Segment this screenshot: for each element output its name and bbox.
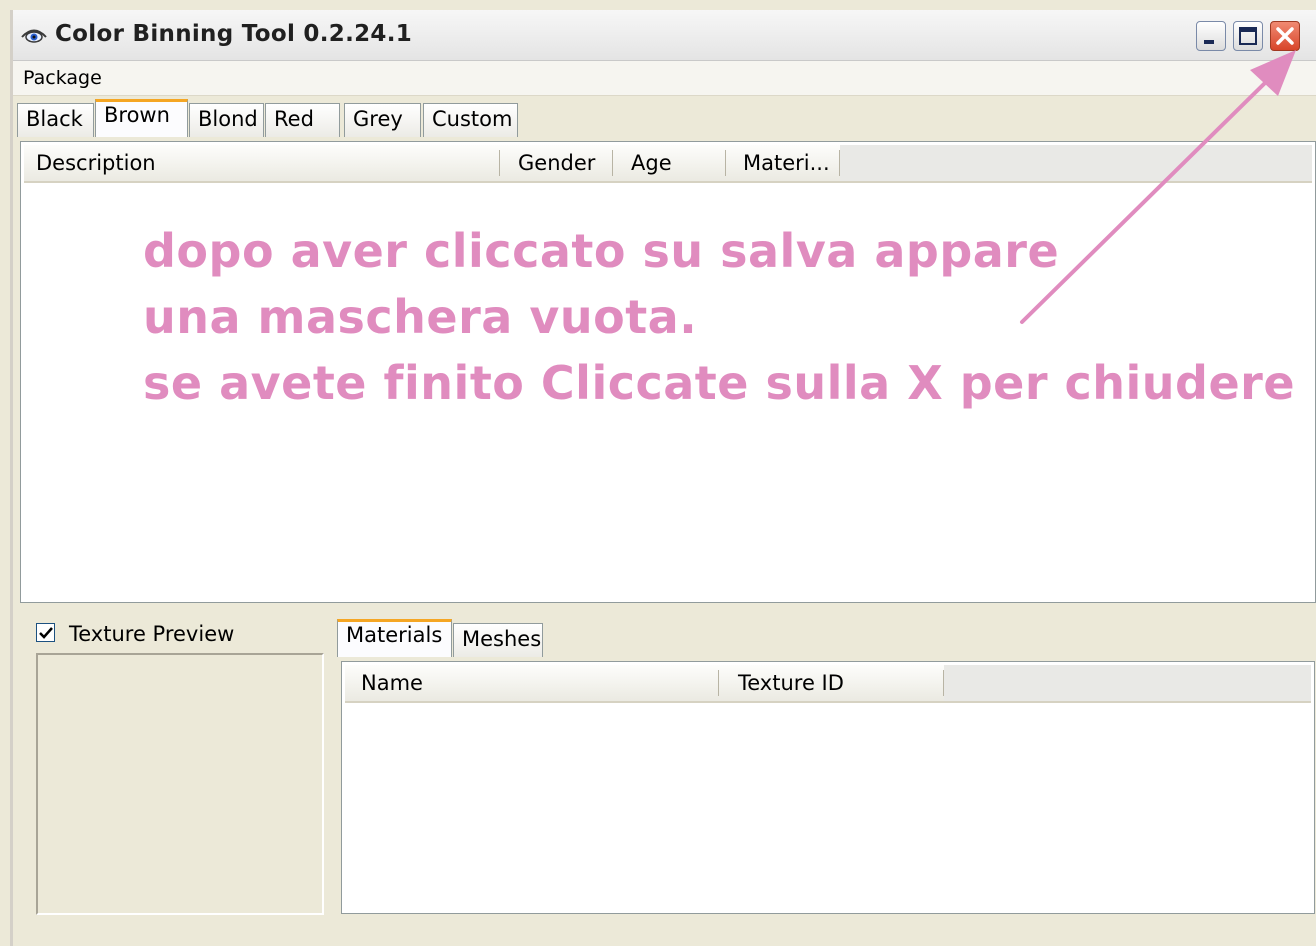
maximize-icon [1239, 27, 1257, 45]
close-button[interactable] [1270, 21, 1300, 51]
title-bar[interactable]: Color Binning Tool 0.2.24.1 [13, 10, 1316, 61]
window-title: Color Binning Tool 0.2.24.1 [55, 21, 413, 47]
column-gender[interactable]: Gender [518, 151, 595, 175]
grid-header: Description Gender Age Materi... [24, 145, 1312, 183]
tab-red[interactable]: Red [265, 103, 340, 137]
close-icon [1276, 27, 1294, 45]
annotation-text: dopo aver cliccato su salva appare una m… [143, 218, 1295, 416]
tab-custom[interactable]: Custom [423, 103, 518, 137]
menu-package[interactable]: Package [23, 67, 102, 89]
column-texture-id[interactable]: Texture ID [738, 671, 844, 695]
tab-blond[interactable]: Blond [189, 103, 264, 137]
tab-brown[interactable]: Brown [95, 99, 188, 137]
column-materials[interactable]: Materi... [743, 151, 830, 175]
column-age[interactable]: Age [631, 151, 672, 175]
column-divider[interactable] [499, 150, 500, 176]
menu-bar: Package [13, 61, 1316, 96]
materials-grid[interactable]: Name Texture ID [341, 661, 1315, 914]
texture-preview-checkbox[interactable] [36, 623, 55, 642]
minimize-button[interactable] [1196, 21, 1226, 51]
header-empty-area [944, 665, 1311, 701]
checkmark-icon [39, 627, 53, 639]
column-divider[interactable] [612, 150, 613, 176]
column-divider[interactable] [718, 670, 719, 696]
grid-header: Name Texture ID [345, 665, 1311, 703]
annotation-line: se avete finito Cliccate sulla X per chi… [143, 356, 1296, 410]
column-description[interactable]: Description [36, 151, 156, 175]
column-name[interactable]: Name [361, 671, 423, 695]
texture-preview-label[interactable]: Texture Preview [69, 622, 234, 646]
column-divider[interactable] [725, 150, 726, 176]
tab-black[interactable]: Black [17, 103, 94, 137]
tab-materials[interactable]: Materials [337, 619, 452, 657]
header-empty-area [840, 145, 1312, 181]
minimize-icon [1204, 40, 1214, 44]
annotation-line: una maschera vuota. [143, 290, 698, 344]
package-list-grid[interactable]: Description Gender Age Materi... dopo av… [20, 141, 1316, 603]
texture-preview-box [36, 653, 324, 915]
maximize-button[interactable] [1233, 21, 1263, 51]
eye-icon [20, 24, 48, 46]
tab-grey[interactable]: Grey [344, 103, 421, 137]
tab-meshes[interactable]: Meshes [453, 623, 543, 657]
app-window: Color Binning Tool 0.2.24.1 Package Blac… [10, 10, 1316, 946]
annotation-line: dopo aver cliccato su salva appare [143, 224, 1060, 278]
